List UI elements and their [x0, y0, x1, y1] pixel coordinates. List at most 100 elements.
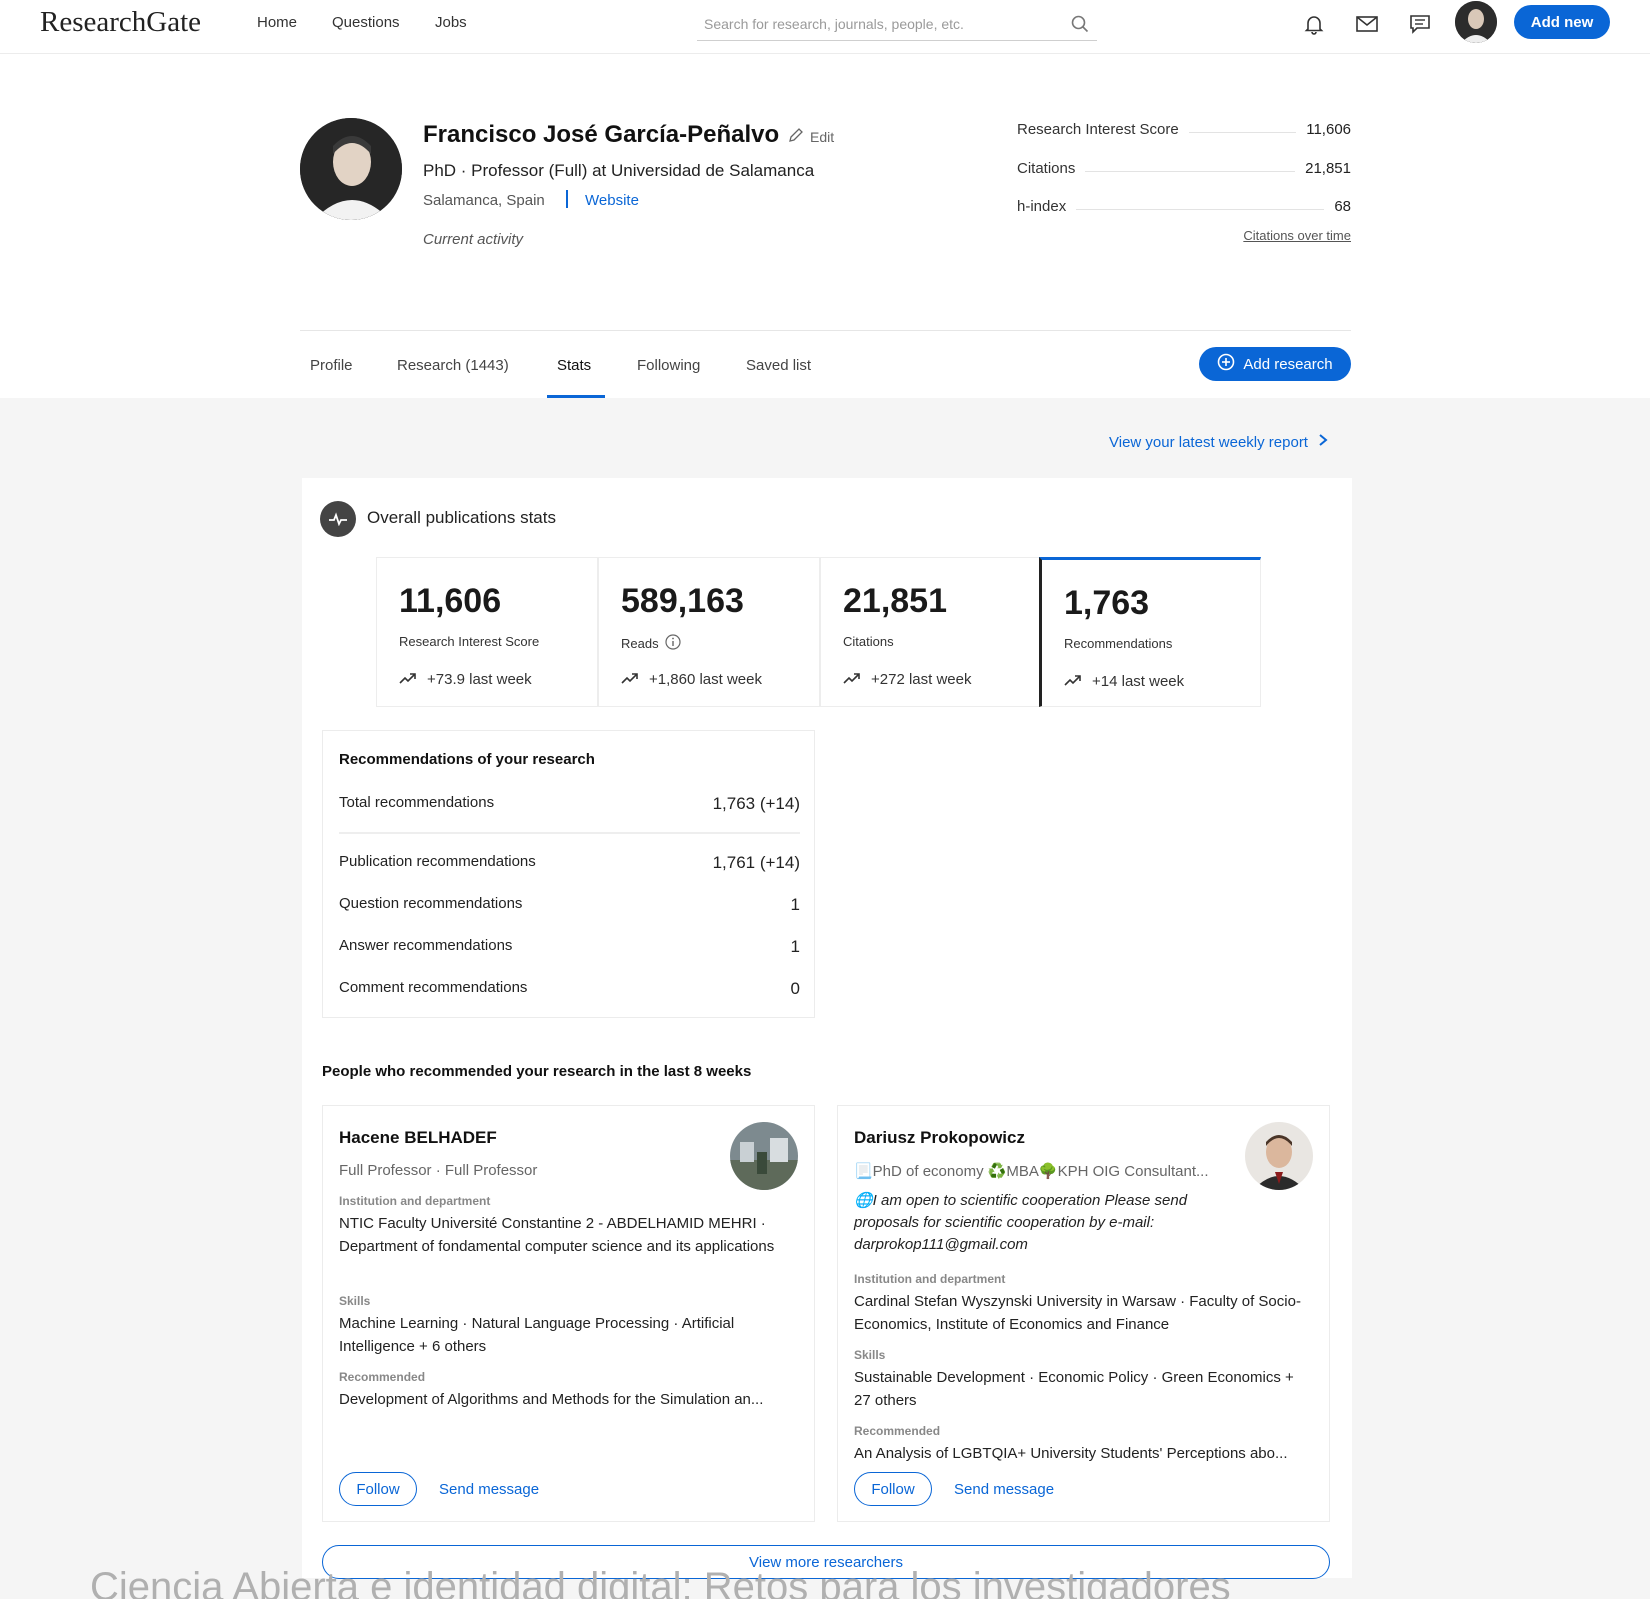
- person-subtitle: Full Professor · Full Professor: [339, 1162, 538, 1179]
- stat-label-text: Recommendations: [1064, 636, 1173, 651]
- person-name[interactable]: Dariusz Prokopowicz: [854, 1128, 1025, 1148]
- mail-icon[interactable]: [1354, 11, 1380, 37]
- stat-card-reads[interactable]: 589,163 Reads +1,860 last week: [598, 557, 820, 707]
- nav-jobs[interactable]: Jobs: [435, 14, 467, 31]
- tab-saved-list[interactable]: Saved list: [746, 357, 811, 374]
- rec-row-answer: Answer recommendations 1: [339, 937, 800, 959]
- rec-value: 1,763 (+14): [712, 794, 800, 813]
- stat-card-research-interest[interactable]: 11,606 Research Interest Score +73.9 las…: [376, 557, 598, 707]
- stat-card-recommendations[interactable]: 1,763 Recommendations +14 last week: [1039, 557, 1261, 707]
- metric-label: Citations: [1017, 160, 1086, 177]
- trend-up-icon: [621, 671, 639, 688]
- rec-value: 1,761 (+14): [712, 853, 800, 872]
- stat-label-text: Reads: [621, 636, 659, 651]
- tab-stats[interactable]: Stats: [557, 357, 591, 374]
- tab-profile[interactable]: Profile: [310, 357, 353, 374]
- stat-label-text: Citations: [843, 634, 894, 649]
- search-input[interactable]: [697, 9, 1057, 39]
- rec-row-question: Question recommendations 1: [339, 895, 800, 917]
- stat-label-text: Research Interest Score: [399, 634, 540, 649]
- add-research-label: Add research: [1243, 355, 1333, 373]
- rec-label: Comment recommendations: [339, 979, 528, 996]
- stat-number: 1,763: [1064, 584, 1150, 622]
- stat-delta-text: +73.9 last week: [427, 671, 532, 688]
- chevron-right-icon: [1318, 433, 1328, 451]
- stat-number: 21,851: [843, 582, 947, 620]
- trend-up-icon: [399, 671, 417, 688]
- section-label-skills: Skills: [339, 1294, 371, 1308]
- weekly-report-label: View your latest weekly report: [1109, 433, 1308, 451]
- person-name[interactable]: Hacene BELHADEF: [339, 1128, 497, 1148]
- section-label-recommended: Recommended: [854, 1424, 941, 1438]
- stat-delta: +1,860 last week: [621, 671, 762, 688]
- divider: [339, 832, 800, 834]
- notifications-bell-icon[interactable]: [1301, 11, 1327, 37]
- search-bar: [697, 9, 1097, 41]
- profile-name: Francisco José García-Peñalvo: [423, 121, 780, 148]
- chat-icon[interactable]: [1407, 11, 1433, 37]
- profile-avatar: [300, 118, 402, 220]
- section-label-recommended: Recommended: [339, 1370, 426, 1384]
- citations-over-time-link[interactable]: Citations over time: [1243, 228, 1351, 243]
- person-card: Dariusz Prokopowicz 📃PhD of economy ♻️MB…: [837, 1105, 1330, 1522]
- edit-profile-link[interactable]: Edit: [788, 127, 834, 146]
- trend-up-icon: [1064, 673, 1082, 690]
- search-icon[interactable]: [1071, 15, 1089, 38]
- rec-row-total: Total recommendations 1,763 (+14): [339, 794, 800, 816]
- tab-following[interactable]: Following: [637, 357, 700, 374]
- slide-caption: Ciencia Abierta e identidad digital: Ret…: [90, 1565, 1231, 1599]
- person-recommended-item[interactable]: Development of Algorithms and Methods fo…: [339, 1388, 799, 1411]
- overall-stats-title: Overall publications stats: [367, 508, 556, 527]
- edit-label: Edit: [810, 128, 835, 145]
- recommendations-box: Recommendations of your research Total r…: [322, 730, 815, 1018]
- send-message-link[interactable]: Send message: [954, 1481, 1054, 1498]
- rec-value: 1: [790, 937, 800, 956]
- website-link[interactable]: Website: [585, 192, 639, 209]
- tab-research[interactable]: Research (1443): [397, 357, 509, 374]
- metric-h-index: h-index 68: [1017, 198, 1351, 220]
- info-icon[interactable]: [664, 634, 681, 653]
- stat-number: 589,163: [621, 582, 744, 620]
- stat-number: 11,606: [399, 582, 502, 620]
- rec-row-comment: Comment recommendations 0: [339, 979, 800, 1001]
- weekly-report-link[interactable]: View your latest weekly report: [1109, 433, 1328, 451]
- add-new-button[interactable]: Add new: [1514, 5, 1610, 39]
- rec-value: 0: [790, 979, 800, 998]
- rec-value: 1: [790, 895, 800, 914]
- section-label-institution: Institution and department: [339, 1194, 491, 1208]
- person-bio: 🌐I am open to scientific cooperation Ple…: [854, 1192, 1188, 1253]
- follow-button[interactable]: Follow: [339, 1472, 417, 1506]
- person-skills: Machine Learning · Natural Language Proc…: [339, 1315, 735, 1355]
- people-section-title: People who recommended your research in …: [322, 1063, 752, 1080]
- person-card: Hacene BELHADEF Full Professor · Full Pr…: [322, 1105, 815, 1522]
- stat-delta-text: +1,860 last week: [649, 671, 762, 688]
- current-activity-label: Current activity: [423, 231, 524, 248]
- person-institution: Cardinal Stefan Wyszynski University in …: [854, 1293, 1301, 1333]
- nav-questions[interactable]: Questions: [332, 14, 400, 31]
- rec-label: Question recommendations: [339, 895, 523, 912]
- stat-delta: +14 last week: [1064, 673, 1184, 690]
- stat-label: Recommendations: [1064, 636, 1172, 651]
- follow-button[interactable]: Follow: [854, 1472, 932, 1506]
- metric-citations: Citations 21,851: [1017, 160, 1351, 182]
- metric-value: 11,606: [1296, 121, 1351, 138]
- metric-research-interest-score: Research Interest Score 11,606: [1017, 121, 1351, 143]
- activity-pulse-icon: [320, 501, 356, 537]
- person-institution: NTIC Faculty Université Constantine 2 - …: [339, 1215, 775, 1255]
- person-avatar[interactable]: [1245, 1122, 1313, 1190]
- nav-home[interactable]: Home: [257, 14, 297, 31]
- send-message-link[interactable]: Send message: [439, 1481, 539, 1498]
- metric-label: h-index: [1017, 198, 1077, 215]
- user-avatar[interactable]: [1455, 1, 1497, 43]
- person-recommended-item[interactable]: An Analysis of LGBTQIA+ University Stude…: [854, 1442, 1314, 1465]
- add-research-button[interactable]: Add research: [1199, 347, 1351, 381]
- person-avatar[interactable]: [730, 1122, 798, 1190]
- researchgate-logo[interactable]: ResearchGate: [40, 6, 201, 39]
- stat-card-citations[interactable]: 21,851 Citations +272 last week: [820, 557, 1042, 707]
- profile-location: Salamanca, Spain: [423, 192, 545, 209]
- person-subtitle: 📃PhD of economy ♻️MBA🌳KPH OIG Consultant…: [854, 1163, 1209, 1180]
- stat-label: Citations: [843, 634, 894, 649]
- profile-title: PhD · Professor (Full) at Universidad de…: [423, 161, 815, 180]
- stat-label: Reads: [621, 634, 681, 653]
- stat-delta-text: +14 last week: [1092, 673, 1185, 690]
